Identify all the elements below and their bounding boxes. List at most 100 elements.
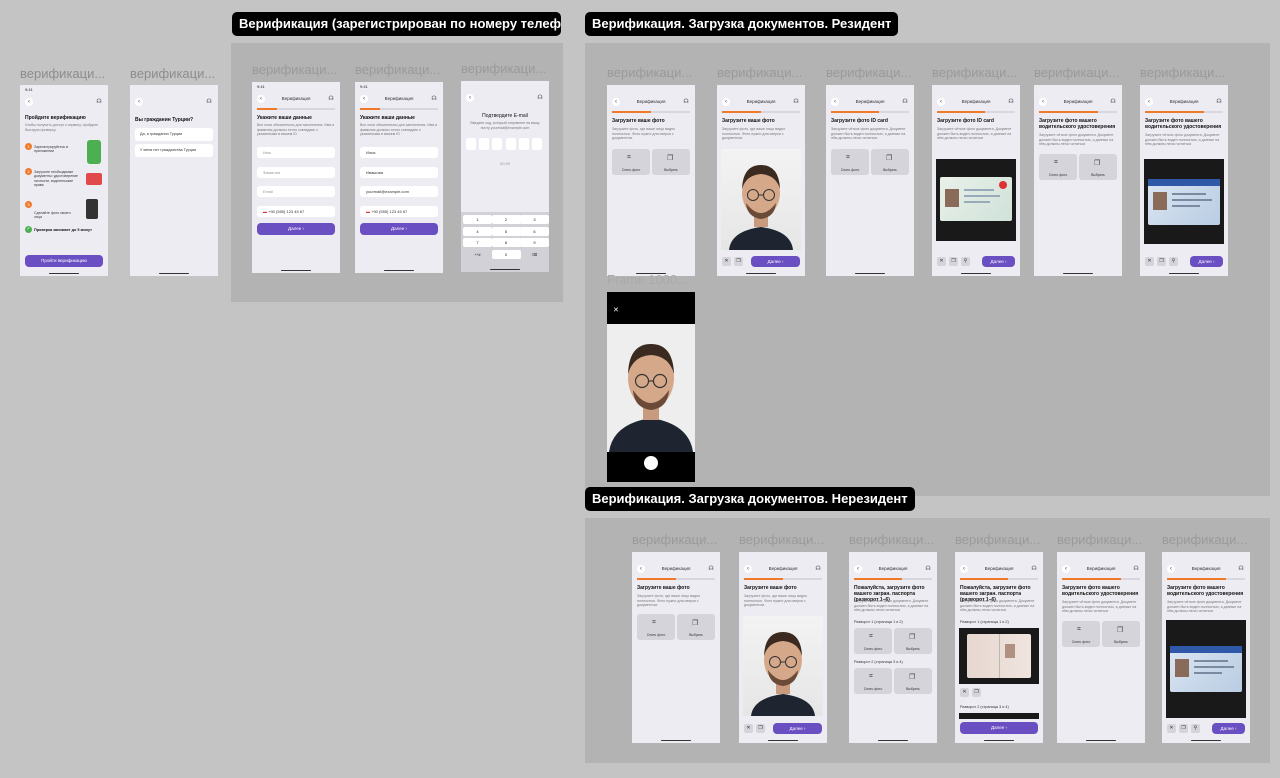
choose-photo-tile[interactable]: ❐ Выбрать bbox=[871, 149, 909, 175]
code-box-6[interactable] bbox=[532, 138, 542, 150]
code-box-5[interactable] bbox=[519, 138, 529, 150]
gallery-button[interactable]: ❐ bbox=[972, 688, 981, 697]
delete-photo-button[interactable]: ✕ bbox=[960, 688, 969, 697]
headset-icon[interactable]: ☊ bbox=[1030, 565, 1038, 573]
key-8[interactable]: 9 bbox=[520, 238, 549, 247]
key-9[interactable]: +*# bbox=[463, 250, 492, 259]
headset-icon[interactable]: ☊ bbox=[205, 98, 213, 106]
citizen-no-option[interactable]: У меня нет гражданства Турции bbox=[135, 144, 213, 157]
next-button[interactable]: Далее › bbox=[257, 223, 335, 235]
gallery-button[interactable]: ❐ bbox=[1157, 257, 1166, 266]
name-field-filled[interactable]: Илья bbox=[360, 147, 438, 158]
take-photo-tile[interactable]: ⌗ Снять фото bbox=[831, 149, 869, 175]
delete-photo-button[interactable]: ✕ bbox=[1145, 257, 1154, 266]
name-field[interactable]: Имя bbox=[257, 147, 335, 158]
delete-photo-button[interactable]: ✕ bbox=[744, 724, 753, 733]
headset-icon[interactable]: ☊ bbox=[1109, 98, 1117, 106]
email-field[interactable]: Email bbox=[257, 186, 335, 197]
next-button[interactable]: Далее › bbox=[1212, 723, 1245, 734]
attach-button[interactable]: ⚲ bbox=[961, 257, 970, 266]
frame-label-res-4: верификаци... bbox=[932, 65, 1018, 80]
back-icon[interactable]: ‹ bbox=[135, 98, 143, 106]
take-photo-tile[interactable]: ⌗ Снять фото bbox=[854, 628, 892, 654]
headset-icon[interactable]: ☊ bbox=[1237, 565, 1245, 573]
key-2[interactable]: 3 bbox=[520, 215, 549, 224]
section-title-nonresident: Верификация. Загрузка документов. Нерези… bbox=[585, 487, 915, 511]
screen-citizenship: ‹ ☊ Вы гражданин Турции? Да, я гражданин… bbox=[130, 85, 218, 276]
headset-icon[interactable]: ☊ bbox=[682, 98, 690, 106]
email-field-filled[interactable]: yourmail@example.com bbox=[360, 186, 438, 197]
gallery-button[interactable]: ❐ bbox=[756, 724, 765, 733]
delete-photo-button[interactable]: ✕ bbox=[722, 257, 731, 266]
delete-photo-button[interactable]: ✕ bbox=[937, 257, 946, 266]
phone-field[interactable]: ▬ +90 (555) 123 45 67 bbox=[257, 206, 335, 217]
key-10[interactable]: 0 bbox=[491, 249, 521, 259]
personal-title: Укажите ваши данные bbox=[360, 115, 415, 121]
delete-photo-button[interactable]: ✕ bbox=[1167, 724, 1176, 733]
take-photo-tile[interactable]: ⌗ Снять фото bbox=[637, 614, 675, 640]
headset-icon[interactable]: ☊ bbox=[95, 98, 103, 106]
code-box-4[interactable] bbox=[506, 138, 516, 150]
license-desc: Загрузите чёткое фото документа. Докумен… bbox=[1039, 133, 1114, 147]
choose-photo-tile[interactable]: ❐ Выбрать bbox=[677, 614, 715, 640]
start-verification-button[interactable]: Пройти верификацию bbox=[25, 255, 103, 267]
choose-photo-tile[interactable]: ❐ Выбрать bbox=[652, 149, 690, 175]
take-photo-tile[interactable]: ⌗ Снять фото bbox=[1039, 154, 1077, 180]
take-photo-tile[interactable]: ⌗ Снять фото bbox=[1062, 621, 1100, 647]
close-icon[interactable]: ✕ bbox=[613, 306, 619, 314]
key-7[interactable]: 8 bbox=[491, 238, 521, 247]
key-5[interactable]: 6 bbox=[520, 226, 549, 236]
back-icon[interactable]: ‹ bbox=[25, 98, 33, 106]
next-button[interactable]: Далее › bbox=[773, 723, 822, 734]
frame-label-res-2: верификаци... bbox=[717, 65, 803, 80]
surname-field[interactable]: Фамилия bbox=[257, 167, 335, 178]
next-button[interactable]: Далее › bbox=[360, 223, 438, 235]
choose-photo-tile[interactable]: ❐ Выбрать bbox=[1102, 621, 1140, 647]
progress-bar bbox=[637, 578, 715, 580]
citizen-yes-option[interactable]: Да, я гражданин Турции bbox=[135, 128, 213, 141]
key-3[interactable]: 4 bbox=[463, 226, 492, 236]
take-photo-tile[interactable]: ⌗ Снять фото bbox=[612, 149, 650, 175]
attach-button[interactable]: ⚲ bbox=[1191, 724, 1200, 733]
take-photo-tile-2[interactable]: ⌗ Снять фото bbox=[854, 668, 892, 694]
surname-field-filled[interactable]: Ивашова bbox=[360, 167, 438, 178]
choose-photo-tile[interactable]: ❐ Выбрать bbox=[1079, 154, 1117, 180]
headset-icon[interactable]: ☊ bbox=[901, 98, 909, 106]
next-button[interactable]: Далее › bbox=[960, 722, 1038, 734]
headset-icon[interactable]: ☊ bbox=[430, 95, 438, 103]
headset-icon[interactable]: ☊ bbox=[536, 94, 544, 102]
key-4[interactable]: 5 bbox=[491, 226, 521, 236]
key-6[interactable]: 7 bbox=[463, 238, 492, 247]
next-button[interactable]: Далее › bbox=[982, 256, 1015, 267]
phone-field[interactable]: ▬ +90 (555) 123 45 67 bbox=[360, 206, 438, 217]
key-1[interactable]: 2 bbox=[491, 215, 521, 224]
next-button[interactable]: Далее › bbox=[1190, 256, 1223, 267]
progress-bar bbox=[612, 111, 690, 113]
shutter-button[interactable] bbox=[644, 456, 658, 470]
back-icon[interactable]: ‹ bbox=[466, 94, 474, 102]
attach-button[interactable]: ⚲ bbox=[1169, 257, 1178, 266]
choose-photo-tile[interactable]: ❐ Выбрать bbox=[894, 628, 932, 654]
next-button[interactable]: Далее › bbox=[751, 256, 800, 267]
license-photo bbox=[1166, 620, 1246, 718]
gallery-button[interactable]: ❐ bbox=[949, 257, 958, 266]
headset-icon[interactable]: ☊ bbox=[924, 565, 932, 573]
headset-icon[interactable]: ☊ bbox=[1007, 98, 1015, 106]
frame-label-hidden: Frame 1000... bbox=[607, 272, 688, 287]
choose-photo-tile-2[interactable]: ❐ Выбрать bbox=[894, 668, 932, 694]
gallery-button[interactable]: ❐ bbox=[1179, 724, 1188, 733]
key-0[interactable]: 1 bbox=[463, 215, 492, 224]
choose-label: Выбрать bbox=[906, 647, 920, 651]
headset-icon[interactable]: ☊ bbox=[327, 95, 335, 103]
headset-icon[interactable]: ☊ bbox=[1132, 565, 1140, 573]
headset-icon[interactable]: ☊ bbox=[1215, 98, 1223, 106]
gallery-button[interactable]: ❐ bbox=[734, 257, 743, 266]
headset-icon[interactable]: ☊ bbox=[792, 98, 800, 106]
headset-icon[interactable]: ☊ bbox=[707, 565, 715, 573]
next-label: Далее bbox=[391, 226, 405, 231]
key-11[interactable]: ⌫ bbox=[520, 250, 549, 259]
headset-icon[interactable]: ☊ bbox=[814, 565, 822, 573]
code-box-1[interactable] bbox=[466, 138, 476, 150]
code-box-3[interactable] bbox=[492, 138, 502, 150]
code-box-2[interactable] bbox=[479, 138, 489, 150]
